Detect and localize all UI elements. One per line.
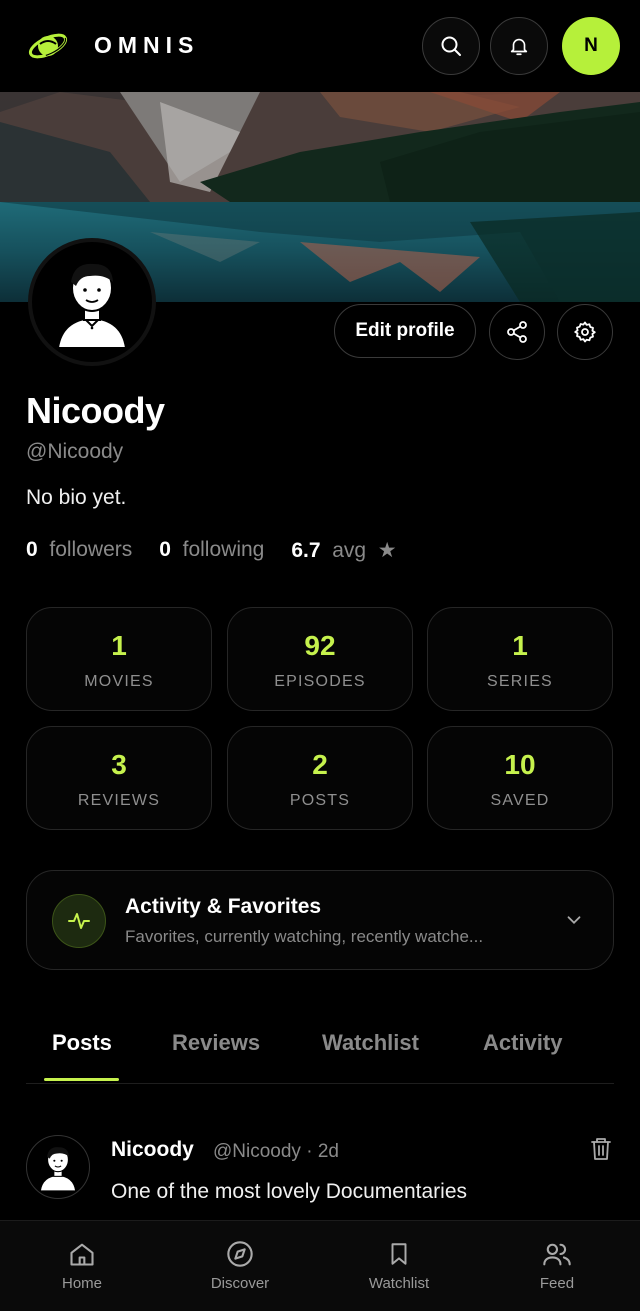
stat-label: REVIEWS xyxy=(77,792,161,809)
stat-card-reviews[interactable]: 3 REVIEWS xyxy=(26,726,212,830)
stat-label: SAVED xyxy=(490,792,550,809)
profile-avatar[interactable] xyxy=(28,238,156,366)
following-label: following xyxy=(182,538,265,561)
post-author-name[interactable]: Nicoody xyxy=(111,1138,194,1162)
post-text: One of the most lovely Documentaries xyxy=(111,1180,467,1203)
stat-value: 1 xyxy=(512,630,528,661)
post-author-avatar[interactable] xyxy=(26,1135,90,1199)
profile-bio: No bio yet. xyxy=(26,486,127,509)
stat-value: 2 xyxy=(312,749,328,780)
nav-label: Feed xyxy=(539,1275,575,1292)
users-icon xyxy=(542,1239,572,1269)
nav-label: Home xyxy=(61,1275,102,1292)
stat-card-episodes[interactable]: 92 EPISODES xyxy=(227,607,413,711)
followers-label: followers xyxy=(49,538,133,561)
settings-button[interactable] xyxy=(557,304,613,360)
top-header: OMNIS N xyxy=(0,0,640,92)
nav-home[interactable]: Home xyxy=(22,1221,142,1311)
bell-icon xyxy=(510,38,528,56)
avg-label: avg xyxy=(332,539,367,562)
stat-card-saved[interactable]: 10 SAVED xyxy=(427,726,613,830)
tab-posts[interactable]: Posts xyxy=(52,1030,112,1056)
followers-link[interactable]: 0 followers xyxy=(26,538,132,563)
nav-label: Discover xyxy=(210,1275,270,1292)
compass-icon xyxy=(226,1239,254,1269)
stat-label: SERIES xyxy=(487,673,553,690)
person-illustration-icon xyxy=(56,263,128,349)
nav-discover[interactable]: Discover xyxy=(180,1221,300,1311)
tab-reviews[interactable]: Reviews xyxy=(172,1030,260,1056)
follow-stats: 0 followers 0 following 6.7 avg ★ xyxy=(26,538,397,563)
brand-name: OMNIS xyxy=(94,32,200,58)
logo-planet-icon[interactable] xyxy=(28,26,72,66)
stat-value: 10 xyxy=(504,749,536,780)
following-link[interactable]: 0 following xyxy=(159,538,264,563)
nav-feed[interactable]: Feed xyxy=(497,1221,617,1311)
person-illustration-icon xyxy=(39,1147,77,1192)
bottom-navigation: Home Discover Watchlist Feed xyxy=(0,1220,640,1311)
activity-subtitle: Favorites, currently watching, recently … xyxy=(125,927,484,946)
stat-label: EPISODES xyxy=(274,673,366,690)
chevron-down-icon[interactable] xyxy=(563,909,585,936)
user-avatar-button[interactable]: N xyxy=(562,17,620,75)
bookmark-icon xyxy=(386,1239,412,1269)
stat-label: MOVIES xyxy=(84,673,154,690)
profile-tabs: Posts Reviews Watchlist Activity xyxy=(26,1030,614,1084)
share-button[interactable] xyxy=(489,304,545,360)
stat-label: POSTS xyxy=(289,792,351,809)
star-icon: ★ xyxy=(377,539,397,562)
home-icon xyxy=(68,1239,96,1269)
share-icon xyxy=(507,321,527,343)
activity-favorites-panel[interactable]: Activity & Favorites Favorites, currentl… xyxy=(26,870,614,970)
stat-card-posts[interactable]: 2 POSTS xyxy=(227,726,413,830)
activity-icon xyxy=(52,894,106,948)
profile-handle: @Nicoody xyxy=(26,440,124,463)
tab-activity[interactable]: Activity xyxy=(483,1030,562,1056)
followers-count: 0 xyxy=(26,538,38,561)
stat-value: 3 xyxy=(111,749,127,780)
search-button[interactable] xyxy=(422,17,480,75)
edit-profile-button[interactable]: Edit profile xyxy=(334,304,476,358)
trash-icon[interactable] xyxy=(589,1136,613,1167)
following-count: 0 xyxy=(159,538,171,561)
search-icon xyxy=(441,36,461,56)
tab-watchlist[interactable]: Watchlist xyxy=(322,1030,419,1056)
nav-label: Watchlist xyxy=(368,1275,430,1292)
stat-value: 1 xyxy=(111,630,127,661)
gear-icon xyxy=(574,321,596,343)
avg-rating: 6.7 avg ★ xyxy=(291,538,396,563)
stat-card-series[interactable]: 1 SERIES xyxy=(427,607,613,711)
stat-card-movies[interactable]: 1 MOVIES xyxy=(26,607,212,711)
nav-watchlist[interactable]: Watchlist xyxy=(339,1221,459,1311)
activity-title: Activity & Favorites xyxy=(125,895,322,918)
stat-value: 92 xyxy=(304,630,336,661)
notifications-button[interactable] xyxy=(490,17,548,75)
post-meta: @Nicoody · 2d xyxy=(213,1141,339,1162)
active-tab-indicator xyxy=(44,1078,119,1081)
profile-name: Nicoody xyxy=(26,390,165,431)
avg-value: 6.7 xyxy=(291,539,321,562)
